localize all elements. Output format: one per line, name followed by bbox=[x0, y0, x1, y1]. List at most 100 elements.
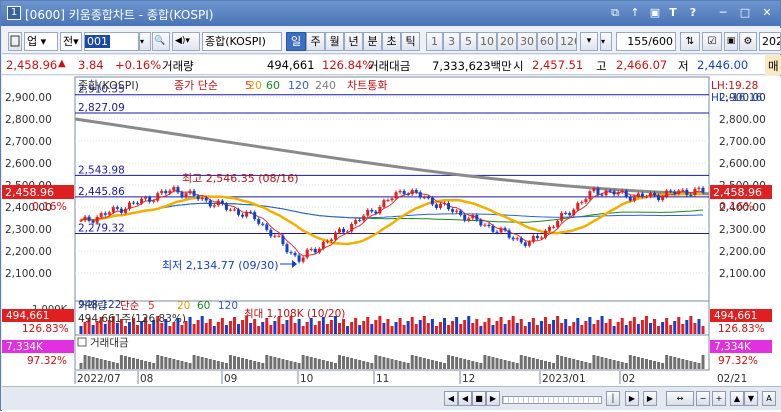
volume-bar bbox=[580, 325, 584, 334]
indicator-icon[interactable]: ⇅ bbox=[680, 32, 700, 51]
y-tick-right: 2,600.00 bbox=[719, 158, 766, 170]
save-chart-icon[interactable]: ▣ bbox=[648, 6, 662, 20]
tab-month[interactable]: 월 bbox=[325, 32, 344, 51]
amount-bar bbox=[386, 358, 390, 369]
candle-body bbox=[354, 220, 358, 224]
legend-ma-120[interactable]: 120 bbox=[288, 79, 309, 92]
legend-currency[interactable]: 차트통화 bbox=[347, 79, 387, 92]
zoom-out-icon[interactable]: ▶ bbox=[625, 391, 639, 406]
help-icon[interactable]: ? bbox=[686, 6, 700, 20]
volume-bar bbox=[507, 320, 511, 334]
zoom-slider-handle[interactable]: │ bbox=[606, 391, 620, 406]
tab-week[interactable]: 주 bbox=[306, 32, 325, 51]
tab-year[interactable]: 년 bbox=[344, 32, 363, 51]
left-volume-pct: 126.83% bbox=[22, 323, 69, 335]
candle-body bbox=[568, 213, 572, 216]
right-field[interactable]: 202 bbox=[759, 32, 781, 51]
amount-bar bbox=[111, 362, 115, 369]
tab-tick[interactable]: 틱 bbox=[401, 32, 420, 51]
zoom-plus-icon[interactable]: + bbox=[712, 391, 726, 406]
up-arrow-icon[interactable]: ↑ bbox=[628, 6, 642, 20]
interval-dropdown-icon[interactable]: ▾ bbox=[580, 32, 598, 51]
toggle-up-icon[interactable]: ▲ bbox=[730, 391, 744, 406]
scroll-prev-icon[interactable]: ◀ bbox=[458, 391, 472, 406]
period-dropdown-icon[interactable]: ▾ bbox=[600, 32, 612, 51]
tab-second[interactable]: 초 bbox=[382, 32, 401, 51]
legend-title[interactable]: 종합(KOSPI) bbox=[78, 79, 139, 92]
amount-bar bbox=[152, 363, 156, 369]
fit-icon[interactable]: A bbox=[762, 391, 776, 406]
volume-ma-60[interactable]: 60 bbox=[197, 300, 210, 312]
maximize-icon[interactable]: □ bbox=[738, 6, 752, 20]
scroll-end-icon[interactable]: ↔ bbox=[666, 391, 694, 406]
layout-icon[interactable] bbox=[8, 32, 22, 51]
volume-bar bbox=[350, 322, 354, 334]
volume-bar bbox=[455, 317, 459, 334]
speaker-icon[interactable]: ◀)▾ bbox=[172, 32, 200, 51]
volume-bar bbox=[123, 326, 127, 334]
interval-30[interactable]: 30 bbox=[517, 32, 537, 51]
amount-legend-title[interactable]: 거래대금 bbox=[90, 337, 129, 349]
legend-ma-60[interactable]: 60 bbox=[266, 79, 280, 92]
interval-5[interactable]: 5 bbox=[460, 32, 477, 51]
chart-canvas[interactable]: 2,900.00 2,900.002,800.00 2,800.002,700.00… bbox=[2, 76, 781, 386]
toggle-down-icon[interactable]: ▼ bbox=[744, 391, 758, 406]
scroll-stop-icon[interactable]: ■ bbox=[472, 391, 486, 406]
y-tick-left: 2,300.00 bbox=[5, 224, 52, 236]
search-icon[interactable]: 🔍 bbox=[152, 32, 170, 51]
tab-minute[interactable]: 분 bbox=[363, 32, 382, 51]
minimize-icon[interactable]: ─ bbox=[716, 6, 730, 20]
amount-bar bbox=[483, 355, 487, 369]
zoom-out-icon[interactable]: ▶ bbox=[643, 391, 657, 406]
volume-bar bbox=[673, 321, 677, 334]
zoom-slider[interactable] bbox=[502, 396, 602, 404]
interval-1[interactable]: 1 bbox=[426, 32, 443, 51]
volume-ma-120[interactable]: 120 bbox=[218, 300, 238, 312]
interval-3[interactable]: 3 bbox=[443, 32, 460, 51]
candle-body bbox=[576, 203, 580, 210]
legend-ma-label[interactable]: 종가 단순 bbox=[174, 79, 218, 92]
code-input[interactable]: 001 bbox=[84, 32, 139, 51]
volume-bar bbox=[249, 323, 253, 334]
volume-bar bbox=[568, 326, 572, 334]
save-icon[interactable]: ▣ bbox=[724, 32, 738, 51]
amount-bar bbox=[184, 362, 188, 369]
window-tile-icon[interactable]: ⧉ bbox=[608, 6, 622, 20]
market-select[interactable]: 업 ▾ bbox=[24, 32, 58, 51]
period-select[interactable]: 전▾ bbox=[60, 32, 82, 51]
amount-value: 7,333,623백만 bbox=[432, 59, 512, 73]
scroll-first-icon[interactable]: ◀ bbox=[444, 391, 458, 406]
volume-bar bbox=[325, 324, 329, 334]
volume-legend-ma[interactable]: 단순 bbox=[120, 300, 140, 312]
checklist-icon[interactable]: ☑ bbox=[702, 32, 722, 51]
amount-bar bbox=[321, 360, 325, 369]
close-icon[interactable]: ✕ bbox=[760, 6, 774, 20]
volume-ma-20[interactable]: 20 bbox=[177, 300, 190, 312]
zoom-minus-icon[interactable]: − bbox=[696, 391, 710, 406]
candle-body bbox=[204, 197, 208, 201]
candle-body bbox=[277, 235, 281, 237]
interval-120[interactable]: 120 bbox=[557, 32, 577, 51]
amount-bar bbox=[527, 357, 531, 369]
amount-bar bbox=[132, 358, 136, 369]
interval-10[interactable]: 10 bbox=[477, 32, 497, 51]
volume-bar bbox=[281, 324, 285, 334]
candle-body bbox=[398, 190, 402, 193]
amount-bar bbox=[192, 355, 196, 369]
interval-60[interactable]: 60 bbox=[537, 32, 557, 51]
tab-day[interactable]: 일 bbox=[286, 32, 306, 51]
gear-icon[interactable]: ⚙ bbox=[739, 32, 757, 51]
amount-bar bbox=[261, 363, 265, 369]
amount-bar bbox=[430, 360, 434, 369]
legend-ma-20[interactable]: 20 bbox=[248, 79, 262, 92]
code-dropdown-icon[interactable]: ▾ bbox=[139, 32, 151, 51]
quote-edge: 매 bbox=[765, 55, 781, 75]
interval-20[interactable]: 20 bbox=[497, 32, 517, 51]
volume-bar bbox=[168, 326, 172, 334]
candle-body bbox=[99, 213, 103, 217]
scroll-next-icon[interactable]: ▶ bbox=[486, 391, 500, 406]
volume-ma-5[interactable]: 5 bbox=[148, 300, 155, 312]
legend-ma-240[interactable]: 240 bbox=[315, 79, 336, 92]
count-field[interactable]: 155/600 bbox=[616, 32, 676, 51]
font-icon[interactable]: T bbox=[666, 6, 680, 20]
